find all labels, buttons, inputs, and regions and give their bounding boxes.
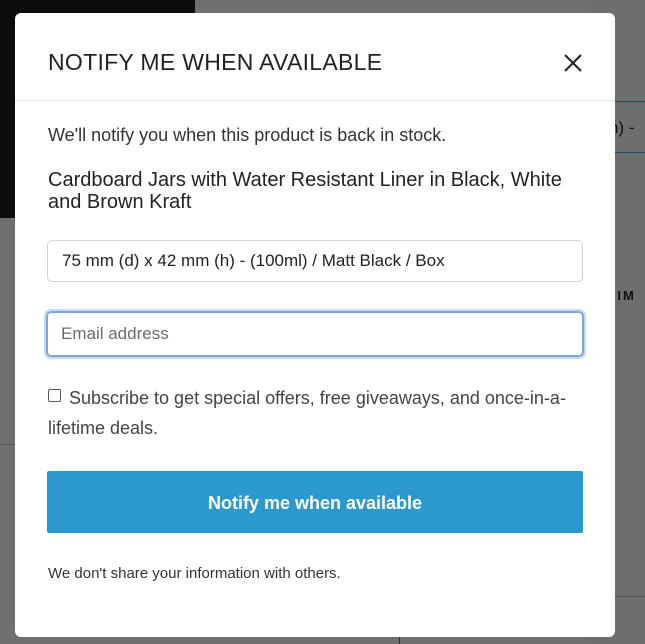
intro-text: We'll notify you when this product is ba… (48, 125, 447, 145)
background-divider (399, 636, 400, 644)
product-name: Cardboard Jars with Water Resistant Line… (48, 169, 562, 213)
modal-title: NOTIFY ME WHEN AVAILABLE (48, 49, 383, 75)
notify-button[interactable]: Notify me when available (47, 471, 583, 533)
close-icon (564, 54, 582, 72)
background-divider (610, 596, 645, 597)
subscribe-checkbox[interactable] (48, 389, 61, 402)
modal-header: NOTIFY ME WHEN AVAILABLE (15, 13, 615, 101)
subscribe-option: Subscribe to get special offers, free gi… (48, 384, 568, 443)
email-field[interactable] (44, 309, 586, 359)
subscribe-label[interactable]: Subscribe to get special offers, free gi… (48, 383, 568, 443)
variant-select[interactable]: 75 mm (d) x 42 mm (h) - (100ml) / Matt B… (47, 240, 583, 282)
notify-modal: NOTIFY ME WHEN AVAILABLE We'll notify yo… (15, 13, 615, 637)
privacy-disclaimer: We don't share your information with oth… (48, 565, 341, 582)
close-button[interactable] (559, 49, 587, 77)
